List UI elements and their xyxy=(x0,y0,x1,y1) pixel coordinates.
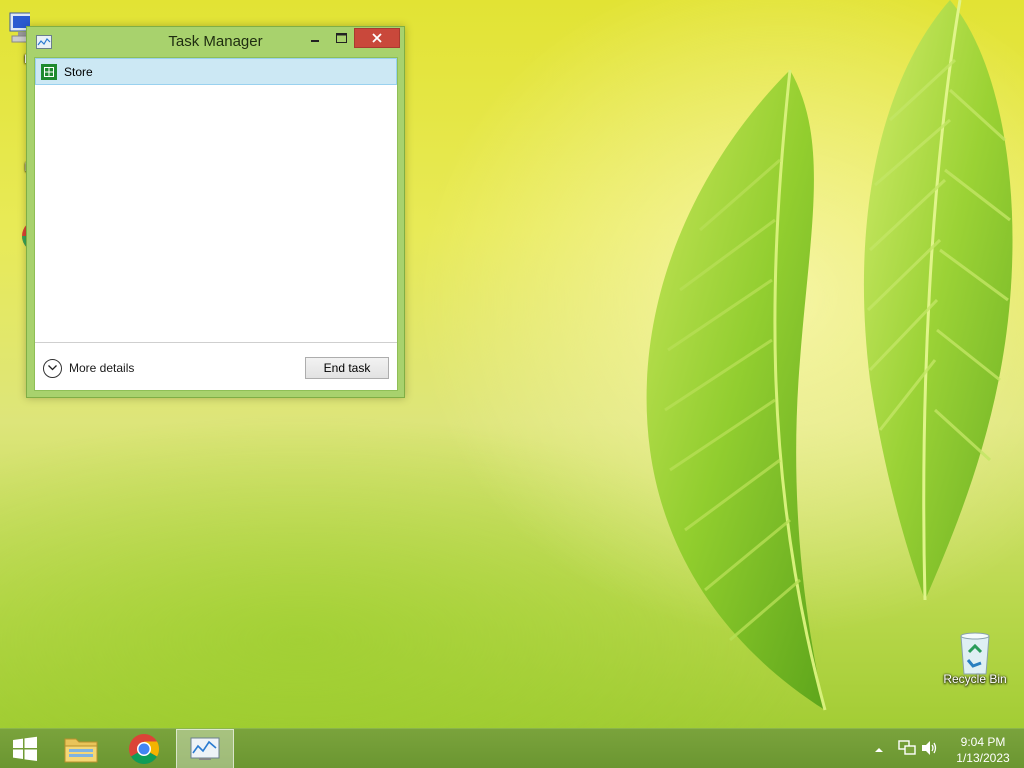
network-icon[interactable] xyxy=(898,740,916,759)
clock-time: 9:04 PM xyxy=(960,735,1006,749)
chevron-down-icon xyxy=(43,358,62,378)
close-button[interactable] xyxy=(354,28,400,48)
minimize-button[interactable] xyxy=(302,28,328,48)
volume-icon[interactable] xyxy=(921,740,939,759)
folder-icon xyxy=(64,738,98,763)
desktop-icon-label: Recycle Bin xyxy=(943,672,1007,686)
desktop-icon-recycle-bin[interactable]: Recycle Bin xyxy=(937,630,1013,686)
maximize-button[interactable] xyxy=(328,28,354,48)
close-icon xyxy=(372,33,382,43)
task-manager-window: Task Manager Store More details End task xyxy=(26,26,405,398)
task-manager-icon xyxy=(190,737,220,760)
end-task-button[interactable]: End task xyxy=(305,357,389,379)
taskbar-task-manager[interactable] xyxy=(176,729,234,768)
window-footer: More details End task xyxy=(35,342,397,390)
store-icon xyxy=(41,64,57,80)
chevron-up-icon xyxy=(875,748,883,752)
more-details-button[interactable]: More details xyxy=(43,357,134,379)
show-hidden-icons-button[interactable] xyxy=(874,743,884,757)
recycle-bin-icon xyxy=(955,630,995,675)
clock[interactable]: 9:04 PM 1/13/2023 xyxy=(948,734,1018,766)
clock-date: 1/13/2023 xyxy=(956,751,1010,765)
process-name: Store xyxy=(64,65,93,79)
maximize-icon xyxy=(335,33,347,43)
process-row-store[interactable]: Store xyxy=(35,58,397,85)
title-bar[interactable]: Task Manager xyxy=(27,27,404,57)
window-content: Store More details End task xyxy=(34,57,398,391)
more-details-label: More details xyxy=(69,361,135,375)
process-list[interactable]: Store xyxy=(35,58,397,342)
taskbar-file-explorer[interactable] xyxy=(56,729,106,768)
windows-logo-icon xyxy=(13,736,37,761)
minimize-icon xyxy=(311,40,319,42)
taskbar: 9:04 PM 1/13/2023 xyxy=(0,728,1024,768)
start-button[interactable] xyxy=(0,729,50,768)
taskbar-chrome[interactable] xyxy=(119,729,169,768)
chrome-icon xyxy=(129,734,160,765)
